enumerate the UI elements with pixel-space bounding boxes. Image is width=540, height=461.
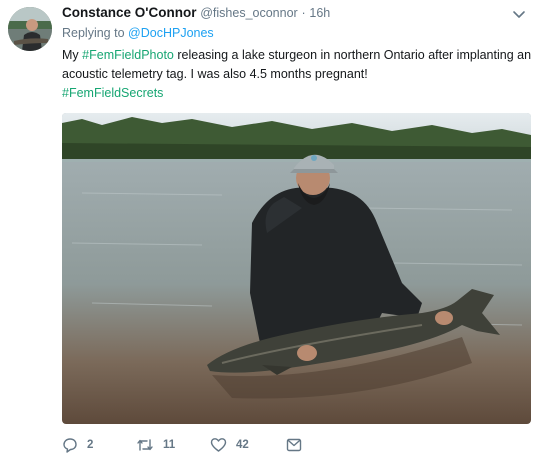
tweet-photo[interactable] xyxy=(62,113,531,424)
hashtag-femfieldsecrets[interactable]: #FemFieldSecrets xyxy=(62,86,163,100)
reply-prefix: Replying to xyxy=(62,26,125,40)
tweet-text: My #FemFieldPhoto releasing a lake sturg… xyxy=(62,46,532,103)
direct-message-button[interactable] xyxy=(286,436,302,454)
direct-message-icon xyxy=(286,438,302,452)
display-name[interactable]: Constance O'Connor xyxy=(62,5,196,20)
avatar[interactable] xyxy=(8,7,52,51)
like-count: 42 xyxy=(236,439,249,451)
text-prefix: My xyxy=(62,48,79,62)
username-handle[interactable]: @fishes_oconnor xyxy=(200,6,297,20)
tweet-actions: 2 11 42 xyxy=(62,436,362,454)
reply-icon xyxy=(63,438,77,453)
separator-dot: · xyxy=(301,6,306,20)
retweet-count: 11 xyxy=(163,439,176,451)
timestamp[interactable]: 16h xyxy=(309,6,330,20)
retweet-button[interactable]: 11 xyxy=(136,436,175,454)
reply-context: Replying to @DocHPJones xyxy=(62,25,214,41)
reply-button[interactable]: 2 xyxy=(62,436,93,454)
reply-count: 2 xyxy=(87,439,94,451)
tweet-card[interactable]: Constance O'Connor @fishes_oconnor · 16h… xyxy=(0,0,540,461)
like-button[interactable]: 42 xyxy=(210,436,249,454)
retweet-icon xyxy=(137,439,153,451)
chevron-down-icon[interactable] xyxy=(512,7,526,18)
heart-icon xyxy=(210,438,227,452)
tweet-header: Constance O'Connor @fishes_oconnor · 16h xyxy=(62,4,510,22)
reply-handle-link[interactable]: @DocHPJones xyxy=(128,26,214,40)
hashtag-femfieldphoto[interactable]: #FemFieldPhoto xyxy=(82,48,174,62)
